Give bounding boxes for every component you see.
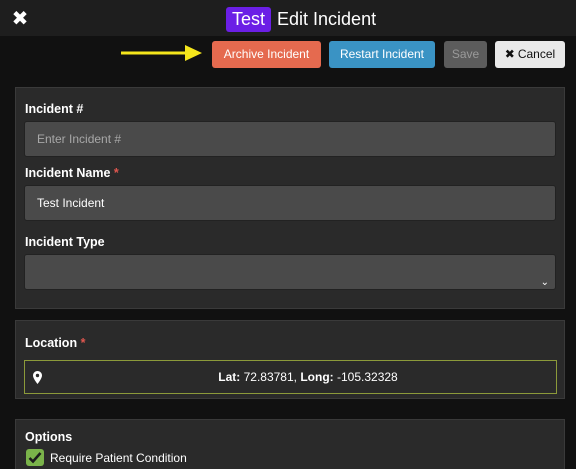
incident-type-label: Incident Type — [25, 235, 105, 249]
lat-value: 72.83781 — [243, 370, 294, 384]
incident-number-input[interactable]: Enter Incident # — [24, 121, 556, 157]
archive-incident-button[interactable]: Archive Incident — [212, 41, 321, 68]
page-title: Edit Incident — [277, 8, 377, 29]
save-button[interactable]: Save — [444, 41, 487, 68]
cancel-icon: ✖ — [504, 47, 515, 61]
incident-details-panel: Incident # Enter Incident # Incident Nam… — [15, 87, 565, 309]
long-value: -105.32328 — [337, 370, 398, 384]
modal-title: Test Edit Incident — [226, 6, 376, 32]
checkmark-icon — [28, 452, 42, 464]
arrow-annotation-icon — [121, 45, 202, 61]
chevron-down-icon: ⌄ — [540, 277, 549, 288]
incident-name-label-text: Incident Name — [25, 166, 111, 180]
location-field[interactable]: Lat: 72.83781, Long: -105.32328 — [24, 360, 557, 394]
lat-label: Lat: — [218, 370, 241, 384]
options-panel: Options Require Patient Condition — [15, 419, 565, 469]
location-panel: Location * Lat: 72.83781, Long: -105.323… — [15, 320, 565, 399]
incident-name-label: Incident Name * — [25, 166, 119, 180]
close-icon[interactable]: ✖ — [10, 7, 30, 30]
options-label: Options — [25, 430, 73, 444]
incident-type-select[interactable]: ⌄ — [24, 254, 556, 290]
test-badge: Test — [226, 6, 272, 32]
require-patient-condition-checkbox[interactable] — [26, 449, 44, 466]
modal-body: Archive Incident Restart Incident Save ✖… — [0, 36, 576, 469]
required-marker: * — [80, 336, 86, 350]
incident-name-input[interactable]: Test Incident — [24, 185, 556, 221]
location-label: Location * — [25, 336, 85, 350]
cancel-button[interactable]: ✖ Cancel — [495, 41, 565, 68]
required-marker: * — [113, 166, 119, 180]
long-label: Long: — [300, 370, 334, 384]
modal-header: ✖ Test Edit Incident — [0, 0, 576, 36]
incident-number-label: Incident # — [25, 102, 84, 116]
restart-incident-button[interactable]: Restart Incident — [329, 41, 435, 68]
location-label-text: Location — [25, 336, 78, 350]
cancel-label: Cancel — [517, 47, 556, 61]
location-coordinates: Lat: 72.83781, Long: -105.32328 — [218, 370, 398, 384]
require-patient-condition-label: Require Patient Condition — [50, 451, 187, 465]
